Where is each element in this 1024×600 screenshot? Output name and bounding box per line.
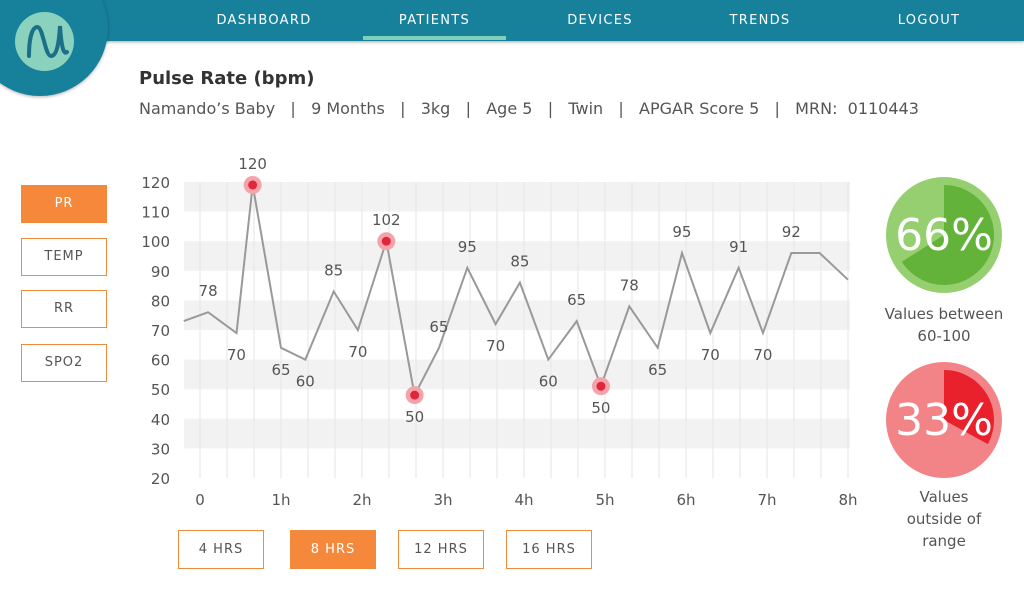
x-tick-label: 2h xyxy=(352,491,371,509)
pulse-rate-chart: 20 30 40 50 60 70 80 90 100 110 120 0 1h 2h 3h 4h 5h 6h 7h… xyxy=(141,155,857,509)
highlight-point xyxy=(381,236,391,246)
grid-band xyxy=(184,300,850,330)
grid-band xyxy=(184,182,850,212)
in-range-percent: 66% xyxy=(895,210,993,261)
in-range-label-line2: 60-100 xyxy=(917,327,971,345)
data-label: 65 xyxy=(429,318,448,336)
data-label: 65 xyxy=(567,291,586,309)
data-label: 120 xyxy=(238,155,267,173)
nav-trends[interactable]: TRENDS xyxy=(718,0,802,41)
page-title: Pulse Rate (bpm) xyxy=(139,68,315,89)
out-of-range-label-line1: Values xyxy=(919,488,969,506)
data-label: 60 xyxy=(539,373,558,391)
nav-logout[interactable]: LOGOUT xyxy=(884,0,974,41)
nav-devices[interactable]: DEVICES xyxy=(555,0,645,41)
x-tick-label: 3h xyxy=(433,491,452,509)
metric-temp-button[interactable]: TEMP xyxy=(21,238,107,276)
data-label: 70 xyxy=(348,343,367,361)
metric-rr-button[interactable]: RR xyxy=(21,290,107,328)
out-of-range-label-line3: range xyxy=(922,532,966,550)
data-label: 91 xyxy=(729,238,748,256)
in-range-pie: 66% xyxy=(886,177,1002,293)
data-label: 60 xyxy=(296,373,315,391)
range-8hrs-button[interactable]: 8 HRS xyxy=(290,530,376,569)
x-tick-label: 0 xyxy=(195,491,205,509)
data-label: 78 xyxy=(199,282,218,300)
y-tick-label: 90 xyxy=(151,263,170,281)
y-tick-label: 60 xyxy=(151,352,170,370)
data-label: 50 xyxy=(591,399,610,417)
x-tick-label: 7h xyxy=(757,491,776,509)
data-label: 95 xyxy=(672,223,691,241)
data-label: 70 xyxy=(227,346,246,364)
data-label: 70 xyxy=(701,346,720,364)
out-of-range-percent: 33% xyxy=(895,395,993,446)
out-of-range-pie: 33% xyxy=(886,362,1002,478)
patient-info: Namando’s Baby | 9 Months | 3kg | Age 5 … xyxy=(139,99,919,118)
highlight-point xyxy=(596,381,606,391)
logo[interactable] xyxy=(0,0,108,96)
data-label: 65 xyxy=(648,361,667,379)
data-label: 50 xyxy=(405,408,424,426)
data-label: 78 xyxy=(620,276,639,294)
data-label: 85 xyxy=(324,262,343,280)
n-wave-logo-icon xyxy=(15,12,74,71)
y-tick-label: 40 xyxy=(151,411,170,429)
data-label: 102 xyxy=(372,211,401,229)
nav-dashboard[interactable]: DASHBOARD xyxy=(210,0,318,41)
out-of-range-label-line2: outside of xyxy=(906,510,982,528)
data-label: 85 xyxy=(510,253,529,271)
x-tick-label: 6h xyxy=(676,491,695,509)
y-tick-label: 20 xyxy=(151,470,170,488)
y-tick-label: 80 xyxy=(151,292,170,310)
y-tick-label: 30 xyxy=(151,440,170,458)
y-tick-label: 110 xyxy=(141,204,170,222)
x-tick-label: 8h xyxy=(838,491,857,509)
in-range-label: Values between 60-100 xyxy=(860,303,1024,347)
metric-spo2-button[interactable]: SPO2 xyxy=(21,344,107,382)
data-label: 70 xyxy=(753,346,772,364)
nav-patients[interactable]: PATIENTS xyxy=(363,0,506,41)
data-label: 70 xyxy=(486,337,505,355)
range-16hrs-button[interactable]: 16 HRS xyxy=(506,530,592,569)
y-tick-label: 120 xyxy=(141,174,170,192)
x-tick-label: 4h xyxy=(514,491,533,509)
range-4hrs-button[interactable]: 4 HRS xyxy=(178,530,264,569)
grid-band xyxy=(184,418,850,449)
out-of-range-label: Values outside of range xyxy=(860,486,1024,552)
range-12hrs-button[interactable]: 12 HRS xyxy=(398,530,484,569)
x-tick-label: 5h xyxy=(595,491,614,509)
data-label: 95 xyxy=(458,238,477,256)
top-nav-bar: DASHBOARD PATIENTS DEVICES TRENDS LOGOUT xyxy=(0,0,1024,41)
metric-pr-button[interactable]: PR xyxy=(21,185,107,223)
y-tick-label: 100 xyxy=(141,233,170,251)
data-label: 92 xyxy=(782,223,801,241)
in-range-label-line1: Values between xyxy=(884,305,1004,323)
highlight-point xyxy=(248,180,258,190)
x-tick-label: 1h xyxy=(271,491,290,509)
y-tick-label: 70 xyxy=(151,322,170,340)
highlight-point xyxy=(410,390,420,400)
data-label: 65 xyxy=(271,361,290,379)
y-tick-label: 50 xyxy=(151,381,170,399)
